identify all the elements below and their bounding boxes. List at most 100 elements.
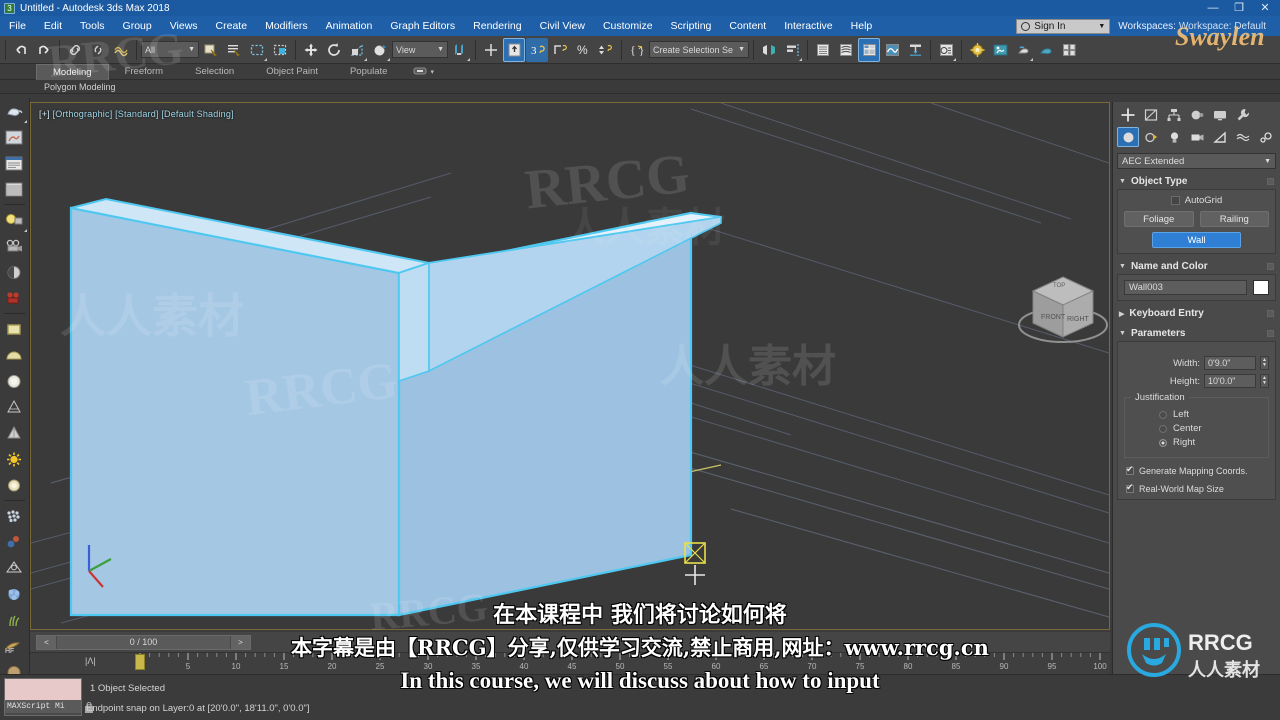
viewport-label-shading[interactable]: [Standard] <box>115 109 159 119</box>
align-icon[interactable] <box>781 38 803 62</box>
material-editor-icon[interactable] <box>935 38 957 62</box>
real-world-map-size-checkbox[interactable] <box>1126 482 1134 493</box>
render-setup-icon[interactable] <box>966 38 988 62</box>
mirror-icon[interactable] <box>758 38 780 62</box>
chevron-down-icon[interactable]: ▾ <box>430 68 434 76</box>
menu-customize[interactable]: Customize <box>594 16 662 36</box>
modify-tab-icon[interactable] <box>1140 105 1162 125</box>
rollout-name-and-color-header[interactable]: ▼ Name and Color <box>1117 259 1276 274</box>
particles-icon[interactable] <box>0 503 28 529</box>
create-tab-icon[interactable] <box>1117 105 1139 125</box>
scene-explorer-icon[interactable] <box>835 38 857 62</box>
sphere-icon[interactable] <box>0 342 28 368</box>
menu-content[interactable]: Content <box>720 16 775 36</box>
autogrid-row[interactable]: AutoGrid <box>1124 195 1269 206</box>
use-center-icon[interactable] <box>449 38 471 62</box>
pyramid-icon[interactable] <box>0 420 28 446</box>
menu-rendering[interactable]: Rendering <box>464 16 530 36</box>
atom-icon[interactable] <box>0 529 28 555</box>
menu-file[interactable]: File <box>0 16 35 36</box>
display-tab-icon[interactable] <box>1209 105 1231 125</box>
generate-mapping-coords-row[interactable]: Generate Mapping Coords. <box>1124 464 1269 476</box>
object-color-swatch[interactable] <box>1253 280 1269 295</box>
motion-tab-icon[interactable] <box>1186 105 1208 125</box>
space-warp-icon[interactable] <box>0 555 28 581</box>
render-active-view-icon[interactable] <box>1058 38 1080 62</box>
reference-coordinate-dropdown[interactable]: View ▼ <box>392 41 448 58</box>
select-move-icon[interactable] <box>300 38 322 62</box>
edit-named-selection-icon[interactable]: { } <box>626 38 648 62</box>
real-world-map-size-row[interactable]: Real-World Map Size <box>1124 482 1269 494</box>
justification-left-row[interactable]: Left <box>1159 409 1262 420</box>
spinner-snap-icon[interactable] <box>595 38 617 62</box>
rendered-frame-window-icon[interactable] <box>989 38 1011 62</box>
utilities-tab-icon[interactable] <box>1232 105 1254 125</box>
railing-button[interactable]: Railing <box>1199 211 1269 227</box>
sign-in-button[interactable]: Sign In ▼ <box>1016 18 1111 34</box>
layer-manager-icon[interactable] <box>812 38 834 62</box>
select-place-icon[interactable] <box>369 38 391 62</box>
redo-icon[interactable] <box>33 38 55 62</box>
cameras-icon[interactable] <box>1186 127 1208 147</box>
menu-group[interactable]: Group <box>114 16 161 36</box>
environment-icon[interactable] <box>0 259 28 285</box>
maximize-icon[interactable]: ❐ <box>1226 0 1252 16</box>
window-crossing-icon[interactable] <box>269 38 291 62</box>
width-input[interactable]: 0'9.0" <box>1204 356 1256 370</box>
prev-frame-button[interactable]: < <box>37 635 57 649</box>
cylinder-icon[interactable] <box>0 368 28 394</box>
rollout-object-type-header[interactable]: ▼ Object Type <box>1117 174 1276 189</box>
justification-center-radio[interactable] <box>1159 424 1167 433</box>
schematic-view-icon[interactable] <box>904 38 926 62</box>
render-iterative-icon[interactable] <box>1035 38 1057 62</box>
justification-left-radio[interactable] <box>1159 410 1167 419</box>
shapes-icon[interactable] <box>1140 127 1162 147</box>
key-navigation-icon[interactable]: |Λ| <box>85 656 96 666</box>
selection-filter-dropdown[interactable]: All ▼ <box>141 41 199 58</box>
video-post-icon[interactable] <box>0 285 28 311</box>
cloth-icon[interactable] <box>0 581 28 607</box>
space-warps-icon[interactable] <box>1232 127 1254 147</box>
menu-animation[interactable]: Animation <box>317 16 382 36</box>
rollout-keyboard-entry-header[interactable]: ▶ Keyboard Entry <box>1117 306 1276 321</box>
box-icon[interactable] <box>0 316 28 342</box>
ribbon-minimize-icon[interactable] <box>413 63 427 81</box>
hair-icon[interactable] <box>0 607 28 633</box>
justification-center-row[interactable]: Center <box>1159 423 1262 434</box>
viewport-label-view[interactable]: [Orthographic] <box>53 109 113 119</box>
render-frame-window-panel-icon[interactable] <box>0 176 28 202</box>
workspaces-value[interactable]: Workspace: Default <box>1179 21 1266 32</box>
light-icon[interactable] <box>0 207 28 233</box>
lights-icon[interactable] <box>1163 127 1185 147</box>
named-selection-sets-dropdown[interactable]: Create Selection Se ▼ <box>649 41 749 58</box>
width-spinner[interactable]: ▲ ▼ <box>1260 356 1269 370</box>
object-name-input[interactable]: Wall003 <box>1124 280 1247 295</box>
justification-right-row[interactable]: Right <box>1159 437 1262 448</box>
generate-mapping-coords-checkbox[interactable] <box>1126 464 1134 475</box>
select-rotate-icon[interactable] <box>323 38 345 62</box>
foliage-button[interactable]: Foliage <box>1124 211 1194 227</box>
menu-views[interactable]: Views <box>161 16 207 36</box>
ribbon-toggle-icon[interactable] <box>858 37 880 62</box>
hierarchy-tab-icon[interactable] <box>1163 105 1185 125</box>
menu-edit[interactable]: Edit <box>35 16 71 36</box>
tab-object-paint[interactable]: Object Paint <box>250 64 334 79</box>
tab-modeling[interactable]: Modeling <box>36 63 109 80</box>
curve-editor-icon[interactable] <box>881 38 903 62</box>
menu-graph-editors[interactable]: Graph Editors <box>381 16 464 36</box>
window-controls[interactable]: — ❐ ✕ <box>1200 0 1278 16</box>
select-scale-icon[interactable] <box>346 38 368 62</box>
percent-snap-icon[interactable]: % <box>572 38 594 62</box>
category-dropdown[interactable]: AEC Extended ▼ <box>1117 153 1276 169</box>
hf-icon[interactable]: HF <box>0 633 28 659</box>
autogrid-checkbox[interactable] <box>1170 196 1180 205</box>
select-by-name-icon[interactable] <box>223 38 245 62</box>
teapot-icon[interactable] <box>0 98 28 124</box>
menu-modifiers[interactable]: Modifiers <box>256 16 317 36</box>
menu-scripting[interactable]: Scripting <box>662 16 721 36</box>
unlink-icon[interactable] <box>87 38 109 62</box>
track-bar[interactable]: 5 10 15 20 25 30 35 40 45 50 55 60 65 70 75 80 85 90 95 100… <box>30 652 1110 675</box>
justification-right-radio[interactable] <box>1159 438 1167 447</box>
chevron-down-icon[interactable]: ▼ <box>1098 23 1105 30</box>
render-production-icon[interactable] <box>1012 38 1034 62</box>
